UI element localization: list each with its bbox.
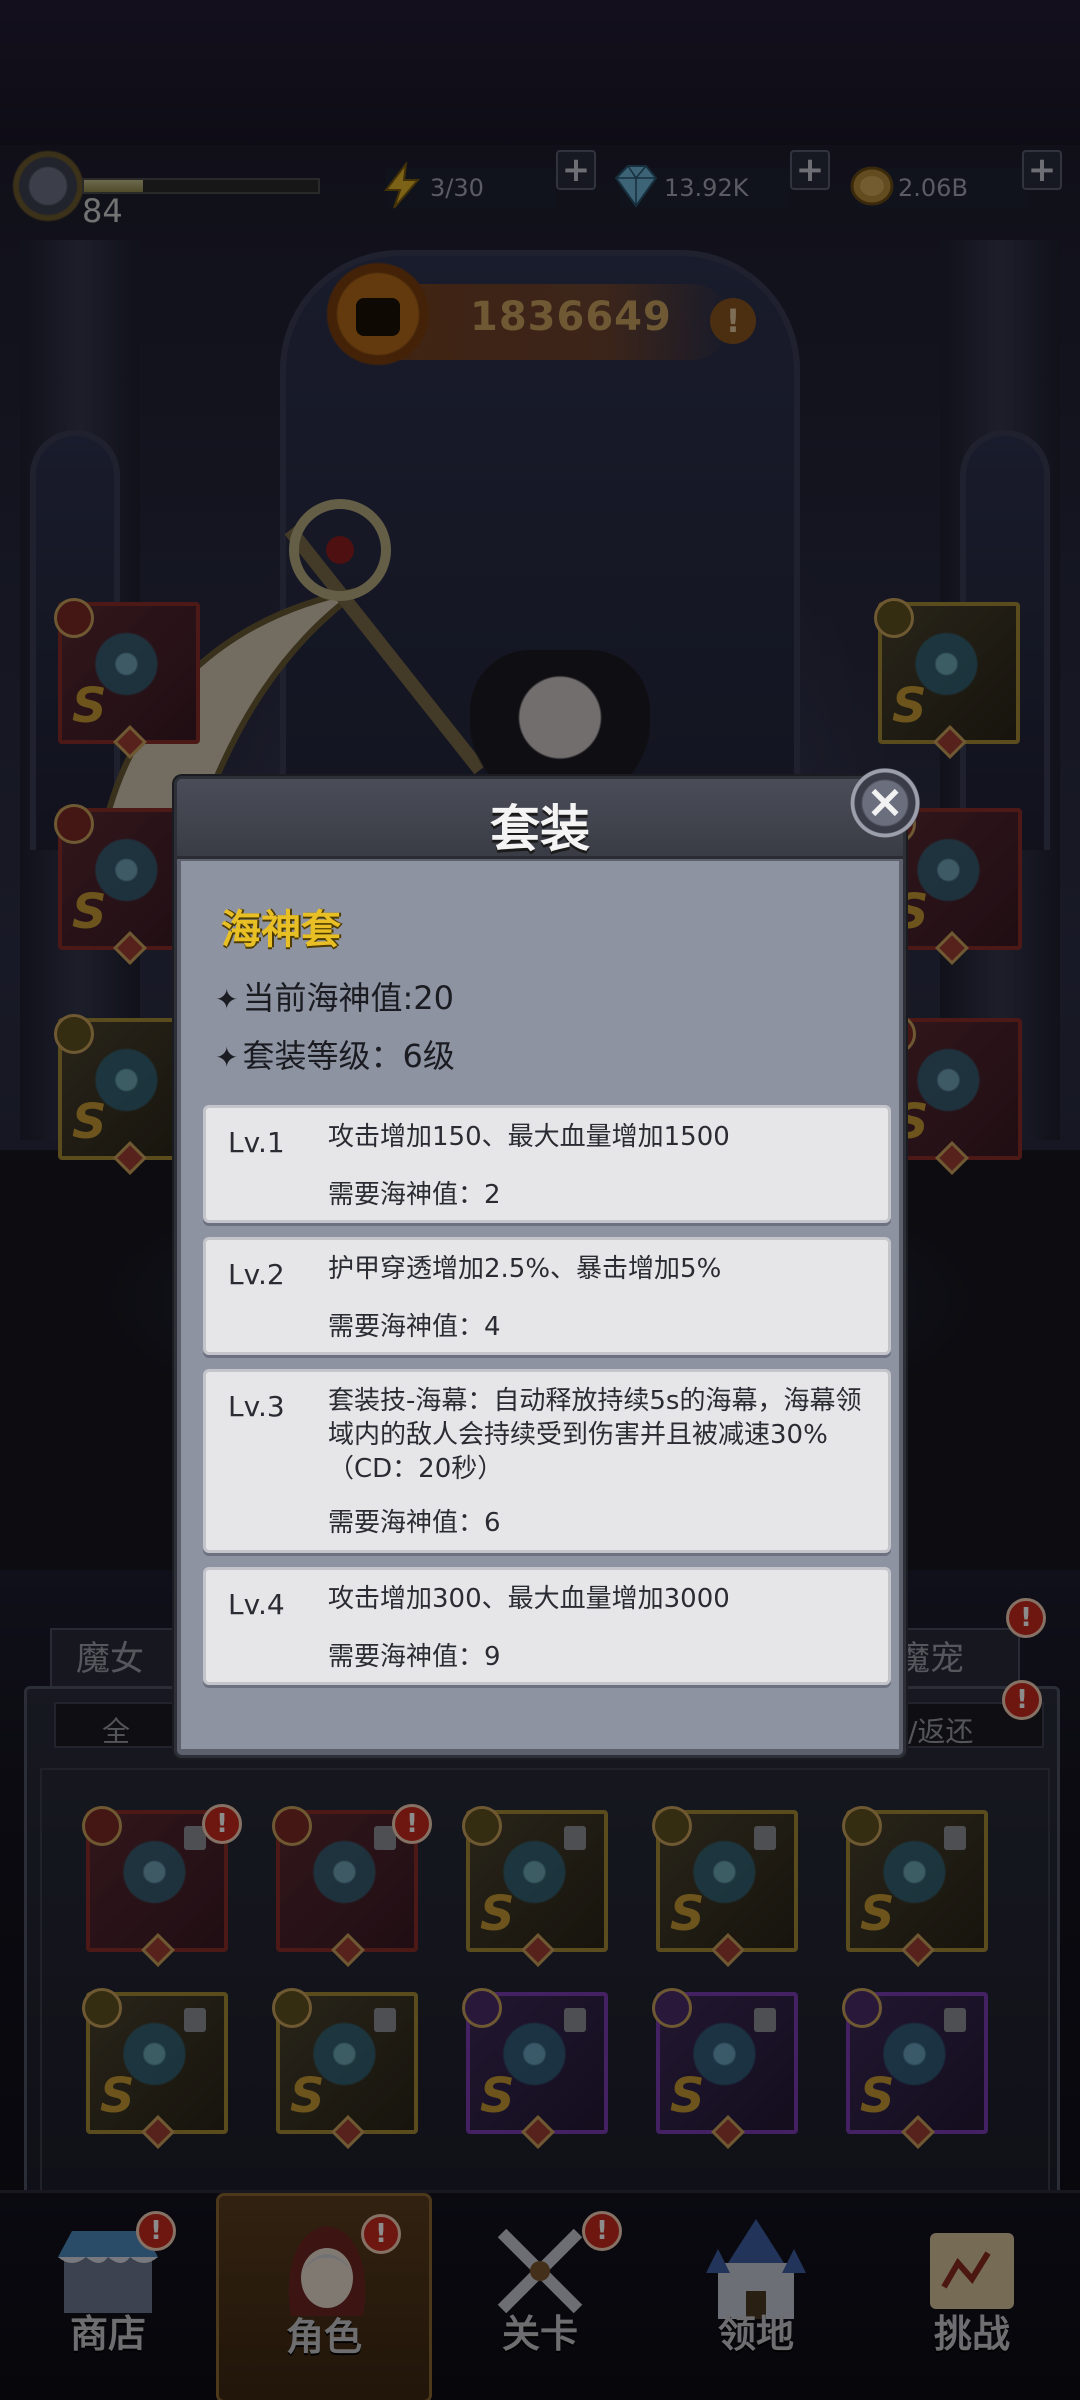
level-description: 套装技-海幕：自动释放持续5s的海幕，海幕领域内的敌人会持续受到伤害并且被减速3… [328,1386,862,1484]
level-requirement: 需要海神值：4 [328,1312,501,1342]
set-bonus-dialog: 套装 海神套 ✦ 当前海神值:20 ✦ 套装等级：6级 Lv.1 攻击增加150、最… [174,776,906,1758]
star-bullet-icon: ✦ [215,1041,239,1074]
dialog-body: 海神套 ✦ 当前海神值:20 ✦ 套装等级：6级 Lv.1 攻击增加150、最大血量… [181,861,899,1749]
current-value-line: ✦ 当前海神值:20 [215,973,454,1019]
close-dialog-button[interactable]: × [850,768,920,838]
level-requirement: 需要海神值：6 [328,1508,501,1538]
star-bullet-icon: ✦ [215,983,239,1016]
level-requirement: 需要海神值：2 [328,1180,501,1210]
level-card-4: Lv.4 攻击增加300、最大血量增加3000 需要海神值：9 [203,1567,891,1685]
set-name: 海神套 [221,907,341,953]
level-tag: Lv.1 [228,1126,285,1159]
level-card-1: Lv.1 攻击增加150、最大血量增加1500 需要海神值：2 [203,1105,891,1223]
level-card-2: Lv.2 护甲穿透增加2.5%、暴击增加5% 需要海神值：4 [203,1237,891,1355]
dialog-title: 套装 [490,800,590,858]
level-tag: Lv.2 [228,1258,285,1291]
current-value-text: 当前海神值:20 [242,979,454,1017]
dialog-header: 套装 [177,779,903,859]
level-description: 攻击增加300、最大血量增加3000 [328,1584,730,1614]
level-description: 攻击增加150、最大血量增加1500 [328,1122,730,1152]
set-level-text: 套装等级：6级 [242,1037,455,1075]
level-card-3: Lv.3 套装技-海幕：自动释放持续5s的海幕，海幕领域内的敌人会持续受到伤害并… [203,1369,891,1553]
level-description: 护甲穿透增加2.5%、暴击增加5% [328,1254,722,1284]
level-tag: Lv.3 [228,1390,285,1423]
level-tag: Lv.4 [228,1588,285,1621]
level-requirement: 需要海神值：9 [328,1642,501,1672]
set-level-line: ✦ 套装等级：6级 [215,1031,455,1077]
